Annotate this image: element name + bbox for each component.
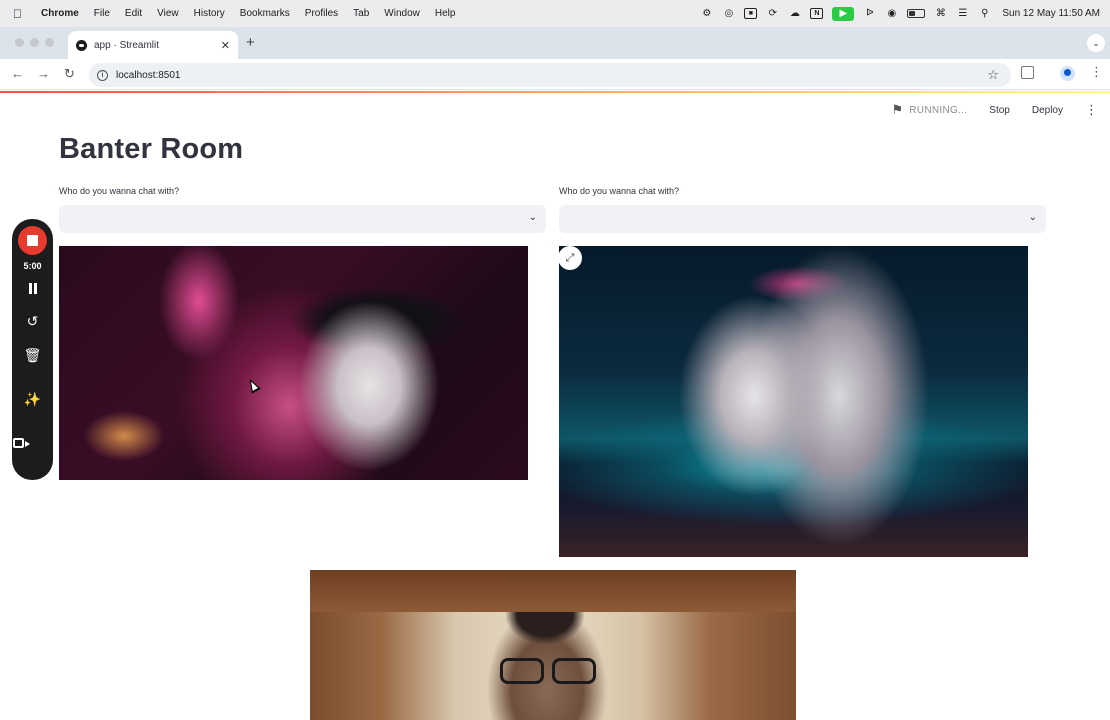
ceiling-beam <box>310 570 796 612</box>
llama-sunglasses-image <box>59 246 528 480</box>
cyber-llama-image <box>559 246 1028 557</box>
menu-tab[interactable]: Tab <box>353 8 369 19</box>
stop-recording-button[interactable] <box>18 226 47 255</box>
browser-tab-strip: app · Streamlit ✕ <box>0 27 1110 59</box>
glasses-shape <box>498 658 598 684</box>
streamlit-decoration-bar <box>0 91 1110 93</box>
close-window-button[interactable] <box>15 38 24 47</box>
menu-help[interactable]: Help <box>435 8 456 19</box>
page-title: Banter Room <box>59 133 244 165</box>
right-select-label: Who do you wanna chat with? <box>559 186 680 196</box>
forward-arrow-icon[interactable]: → <box>37 66 50 81</box>
tab-title: app · Streamlit <box>94 39 160 51</box>
menu-history[interactable]: History <box>194 8 225 19</box>
effects-wand-icon[interactable]: ✨ <box>12 391 53 408</box>
back-arrow-icon[interactable]: ← <box>11 66 24 81</box>
tab-streamlit[interactable]: app · Streamlit ✕ <box>68 31 238 59</box>
control-center-icon[interactable]: ☰ <box>956 8 969 19</box>
window-controls <box>15 38 54 47</box>
chevron-down-icon[interactable]: ⌄ <box>1029 212 1037 223</box>
notion-icon[interactable]: N <box>810 8 824 19</box>
menu-clock[interactable]: Sun 12 May 11:50 AM <box>1002 8 1100 19</box>
spotlight-icon[interactable]: ⚲ <box>978 8 991 19</box>
stop-button[interactable]: Stop <box>989 105 1010 116</box>
macos-menu-bar:  Chrome File Edit View History Bookmark… <box>0 0 1110 27</box>
recording-timer: 5:00 <box>23 261 42 271</box>
streamlit-header: ⚑ RUNNING... Stop Deploy ⋮ <box>892 100 1110 120</box>
menu-app-chrome[interactable]: Chrome <box>41 8 79 19</box>
minimize-window-button[interactable] <box>30 38 39 47</box>
menu-edit[interactable]: Edit <box>125 8 142 19</box>
camera-icon[interactable] <box>13 438 30 448</box>
right-character-select[interactable]: ⌄ <box>559 205 1046 233</box>
streamlit-favicon-icon <box>76 39 87 51</box>
extensions-icon[interactable] <box>1021 66 1034 79</box>
bluetooth-icon[interactable]: ᐉ <box>863 8 876 19</box>
app-tray-icon[interactable]: ■ <box>744 8 758 19</box>
new-tab-plus-icon[interactable]: + <box>246 34 255 51</box>
fullscreen-expand-icon[interactable]: ⤢ <box>558 246 582 270</box>
menu-bookmarks[interactable]: Bookmarks <box>240 8 290 19</box>
menu-view[interactable]: View <box>157 8 179 19</box>
bookmark-star-icon[interactable]: ☆ <box>987 67 999 83</box>
menu-file[interactable]: File <box>94 8 110 19</box>
restart-icon[interactable]: ↺ <box>12 313 53 330</box>
gear-icon[interactable]: ⚙ <box>700 8 713 19</box>
chevron-down-icon[interactable]: ⌄ <box>529 212 537 223</box>
battery-icon[interactable] <box>907 9 926 18</box>
wifi-icon[interactable]: ⌘ <box>934 8 947 19</box>
left-character-select[interactable]: ⌄ <box>59 205 546 233</box>
user-tray-icon[interactable]: ◉ <box>885 8 898 19</box>
sync-icon[interactable]: ⟳ <box>766 8 779 19</box>
menu-window[interactable]: Window <box>384 8 420 19</box>
running-status: RUNNING... <box>909 104 968 116</box>
running-person-icon: ⚑ <box>891 102 904 117</box>
browser-toolbar: ← → ↻ i localhost:8501 ☆ <box>0 59 1110 90</box>
webcam-feed <box>310 570 796 720</box>
profile-avatar[interactable] <box>1060 66 1075 81</box>
status-tray: ⚙ ◎ ■ ⟳ ☁ N ▶ ᐉ ◉ ⌘ ☰ ⚲ Sun 12 May 11:50… <box>700 0 1100 27</box>
deploy-button[interactable]: Deploy <box>1032 105 1063 116</box>
main-menu-kebab-icon[interactable]: ⋮ <box>1085 102 1098 118</box>
trash-icon[interactable]: 🗑 <box>12 347 53 364</box>
headphones-icon[interactable]: ◎ <box>722 8 735 19</box>
pause-icon[interactable] <box>27 283 38 295</box>
browser-menu-kebab-icon[interactable]: ⋮ <box>1090 64 1103 80</box>
address-bar[interactable]: i localhost:8501 ☆ <box>89 63 1011 87</box>
left-select-label: Who do you wanna chat with? <box>59 186 180 196</box>
apple-icon[interactable]:  <box>13 7 29 21</box>
cloud-icon[interactable]: ☁ <box>788 8 801 19</box>
menu-profiles[interactable]: Profiles <box>305 8 338 19</box>
site-info-icon[interactable]: i <box>97 69 108 81</box>
maximize-window-button[interactable] <box>45 38 54 47</box>
url-text[interactable]: localhost:8501 <box>116 70 181 81</box>
reload-icon[interactable]: ↻ <box>64 66 75 82</box>
tab-close-icon[interactable]: ✕ <box>221 39 230 52</box>
video-camera-icon[interactable]: ▶ <box>832 6 855 21</box>
tab-search-chevron-icon[interactable]: ⌄ <box>1087 34 1105 52</box>
